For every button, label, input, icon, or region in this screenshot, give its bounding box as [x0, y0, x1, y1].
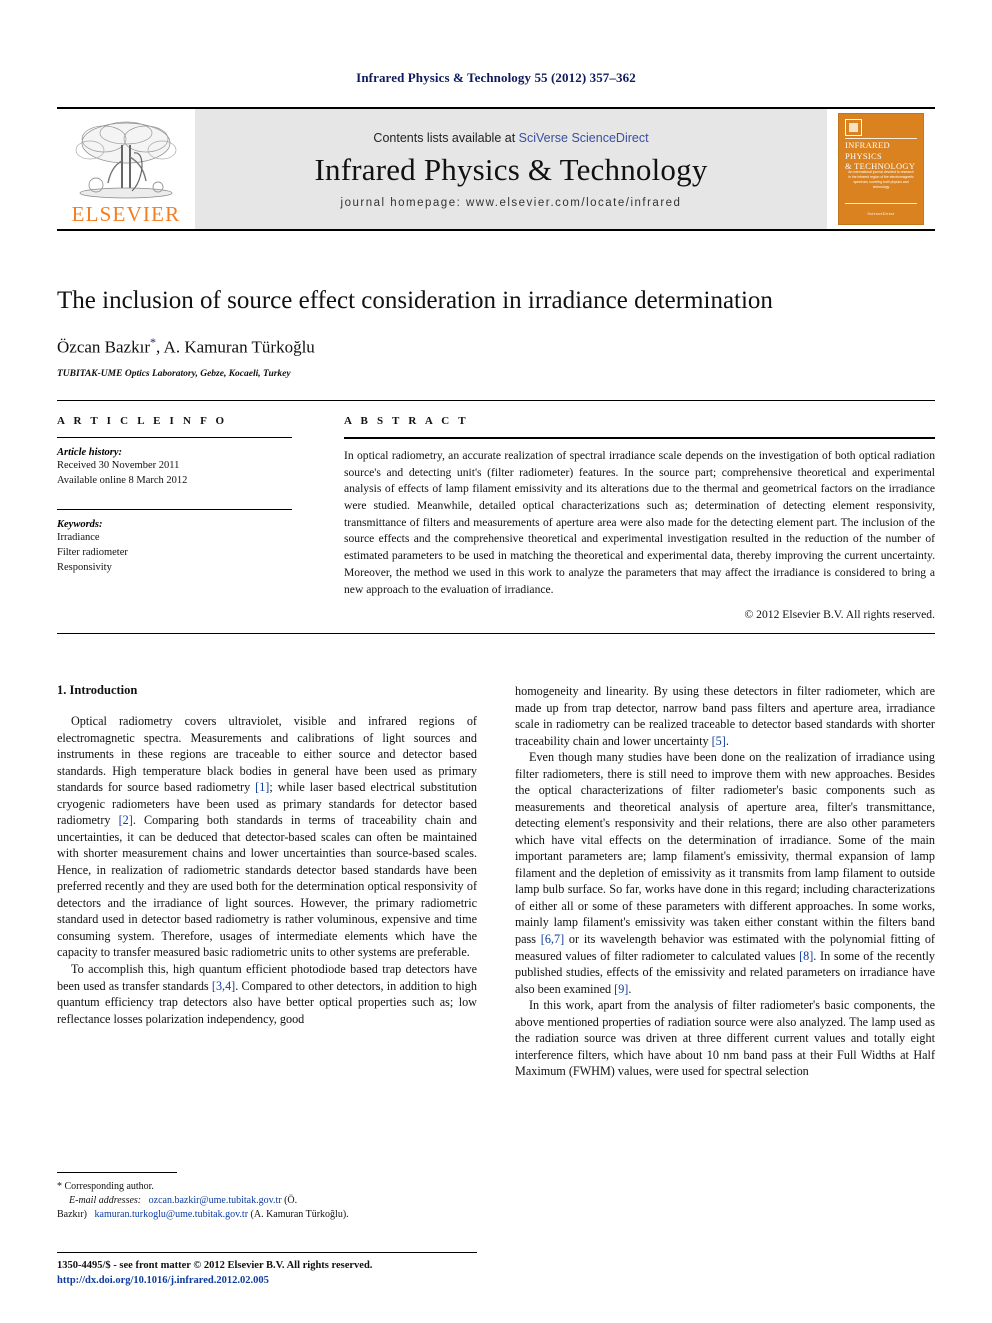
doi-link[interactable]: http://dx.doi.org/10.1016/j.infrared.201…	[57, 1273, 487, 1288]
article-info-heading: A R T I C L E I N F O	[57, 415, 228, 427]
body-columns: 1. Introduction Optical radiometry cover…	[57, 683, 935, 1080]
citation-ref[interactable]: [1]	[255, 780, 269, 794]
footer-issn-block: 1350-4495/$ - see front matter © 2012 El…	[57, 1258, 487, 1288]
keyword-item: Responsivity	[57, 561, 112, 573]
abstract-heading: A B S T R A C T	[344, 415, 469, 427]
paper-page: Infrared Physics & Technology 55 (2012) …	[0, 0, 992, 1323]
cover-image: INFRARED PHYSICS & TECHNOLOGY An interna…	[838, 113, 924, 225]
email-address-1[interactable]: ozcan.bazkir@ume.tubitak.gov.tr	[149, 1195, 282, 1206]
citation-ref[interactable]: [5]	[712, 734, 726, 748]
email-address-2[interactable]: kamuran.turkoglu@ume.tubitak.gov.tr	[95, 1209, 249, 1220]
paragraph: Even though many studies have been done …	[515, 750, 935, 996]
paragraph: To accomplish this, high quantum efficie…	[57, 961, 477, 1026]
title-block: The inclusion of source effect considera…	[57, 286, 935, 379]
received-date: Received 30 November 2011	[57, 460, 180, 471]
footnote-block: * Corresponding author. E-mail addresses…	[57, 1172, 477, 1223]
article-info-column: A R T I C L E I N F O Article history: R…	[57, 401, 312, 621]
citation-ref[interactable]: [2]	[119, 813, 133, 827]
contents-available-line: Contents lists available at SciVerse Sci…	[373, 131, 648, 145]
cover-footer: ScienceDirect	[867, 212, 895, 216]
paragraph: homogeneity and linearity. By using thes…	[515, 684, 935, 748]
email-label: E-mail addresses:	[69, 1195, 142, 1207]
issn-line: 1350-4495/$ - see front matter © 2012 El…	[57, 1260, 373, 1271]
keywords-block: Keywords: Irradiance Filter radiometer R…	[57, 508, 292, 576]
body-column-left: 1. Introduction Optical radiometry cover…	[57, 683, 477, 1080]
citation-ref[interactable]: [9]	[614, 982, 628, 996]
footer-rule	[57, 1252, 477, 1253]
info-abstract-section: A R T I C L E I N F O Article history: R…	[57, 400, 935, 635]
cover-blurb: An international journal devoted to rese…	[848, 170, 914, 190]
cover-title: INFRARED PHYSICS & TECHNOLOGY	[845, 140, 917, 172]
elsevier-wordmark: ELSEVIER	[71, 202, 181, 226]
cover-title-line1: INFRARED PHYSICS	[845, 140, 890, 161]
citation-ref[interactable]: [6,7]	[541, 932, 564, 946]
affiliation: TUBITAK-UME Optics Laboratory, Gebze, Ko…	[57, 368, 291, 379]
author-rest: , A. Kamuran Türkoğlu	[155, 337, 315, 357]
abstract-column: A B S T R A C T In optical radiometry, a…	[312, 401, 935, 621]
journal-homepage[interactable]: journal homepage: www.elsevier.com/locat…	[341, 197, 682, 209]
elsevier-tree-icon	[75, 121, 177, 199]
abstract-text: In optical radiometry, an accurate reali…	[344, 449, 935, 596]
body-column-right: homogeneity and linearity. By using thes…	[515, 683, 935, 1080]
citation-ref[interactable]: [8]	[799, 949, 813, 963]
keyword-item: Filter radiometer	[57, 546, 128, 558]
author-list: Özcan Bazkır*, A. Kamuran Türkoğlu	[57, 335, 935, 358]
journal-title: Infrared Physics & Technology	[314, 151, 708, 187]
available-online-date: Available online 8 March 2012	[57, 474, 188, 486]
corresponding-author-note: * Corresponding author.	[57, 1181, 154, 1192]
section-title-introduction: 1. Introduction	[57, 683, 138, 697]
paragraph: In this work, apart from the analysis of…	[515, 998, 935, 1079]
elsevier-logo: ELSEVIER	[57, 109, 195, 229]
author-first: Özcan Bazkır	[57, 337, 150, 357]
email-owner-2: (A. Kamuran Türkoğlu).	[250, 1209, 349, 1221]
keywords-label: Keywords:	[57, 518, 103, 530]
contents-prefix: Contents lists available at	[373, 130, 519, 145]
footnote-rule	[57, 1172, 177, 1173]
paper-title: The inclusion of source effect considera…	[57, 287, 773, 314]
journal-band: Contents lists available at SciVerse Sci…	[195, 109, 827, 229]
paragraph: Optical radiometry covers ultraviolet, v…	[57, 714, 477, 960]
keyword-item: Irradiance	[57, 531, 100, 543]
email-addresses-line: E-mail addresses: ozcan.bazkir@ume.tubit…	[57, 1194, 477, 1222]
cover-publisher-mark-icon	[845, 119, 862, 136]
abstract-copyright: © 2012 Elsevier B.V. All rights reserved…	[744, 608, 935, 622]
journal-masthead: ELSEVIER Contents lists available at Sci…	[57, 107, 935, 231]
sciencedirect-link[interactable]: SciVerse ScienceDirect	[519, 131, 649, 145]
citation-ref[interactable]: [3,4]	[212, 979, 235, 993]
running-head: Infrared Physics & Technology 55 (2012) …	[356, 70, 636, 85]
journal-cover-thumbnail: INFRARED PHYSICS & TECHNOLOGY An interna…	[827, 109, 935, 229]
article-history-label: Article history:	[57, 447, 123, 458]
